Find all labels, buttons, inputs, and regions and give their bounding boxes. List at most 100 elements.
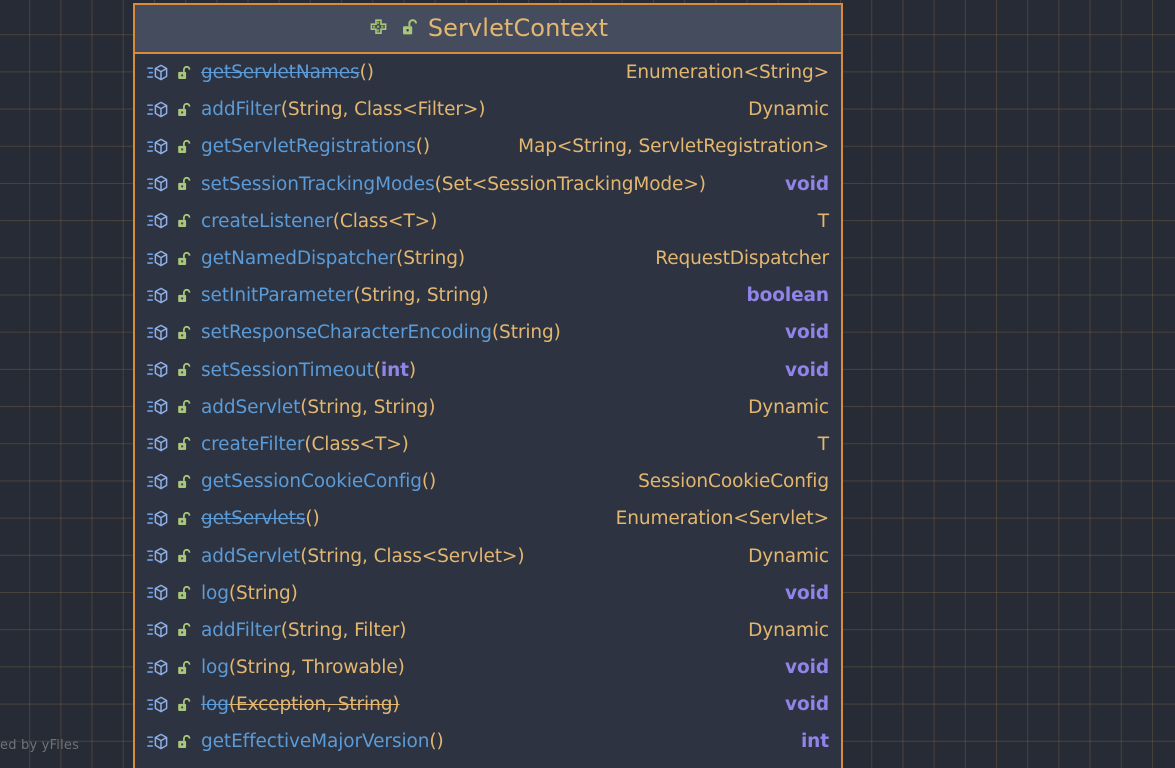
method-parameter: Exception <box>236 694 327 716</box>
uml-member-list[interactable]: getServletNames() Enumeration<String> addF… <box>135 54 841 768</box>
method-name: getServletNames <box>201 62 360 84</box>
method-parameter: String <box>499 322 554 344</box>
member-icons <box>147 324 192 342</box>
paren-open: ( <box>421 471 430 493</box>
member-signature: setSessionTimeout(int) <box>201 360 775 381</box>
method-name: setInitParameter <box>201 285 354 307</box>
member-return-type: void <box>785 359 829 381</box>
param-separator: , <box>362 545 374 567</box>
member-return-type: T <box>817 210 829 232</box>
method-icon <box>147 138 169 156</box>
uml-member-row[interactable]: getNamedDispatcher(String) RequestDispatc… <box>135 240 841 277</box>
method-parameter: Class<Filter> <box>354 99 479 121</box>
unlock-icon <box>175 250 192 268</box>
paren-open: ( <box>280 619 288 641</box>
unlock-icon <box>175 510 192 528</box>
uml-member-row[interactable]: getServletRegistrations() Map<String, Ser… <box>135 128 841 165</box>
paren-close: ) <box>517 545 525 567</box>
paren-open: ( <box>434 173 442 195</box>
member-return-type: boolean <box>746 285 829 307</box>
method-name: getEffectiveMajorVersion <box>201 731 430 753</box>
method-icon <box>147 398 169 416</box>
member-signature: getServletNames() <box>201 62 616 83</box>
method-parameter: String <box>403 248 458 270</box>
unlock-icon <box>175 324 192 342</box>
method-icon <box>147 696 169 714</box>
paren-close: ) <box>429 471 437 493</box>
member-return-type: SessionCookieConfig <box>638 471 829 493</box>
member-signature: log(Exception, String) <box>201 694 775 715</box>
uml-member-row[interactable]: log(String) void <box>135 575 841 612</box>
method-name: createListener <box>201 210 333 232</box>
member-signature: setSessionTrackingModes(Set<SessionTrack… <box>201 174 775 195</box>
method-parameter: Set<SessionTrackingMode> <box>441 173 699 195</box>
uml-member-row[interactable]: getEffectiveMajorVersion() int <box>135 723 841 760</box>
member-signature: createListener(Class<T>) <box>201 211 808 232</box>
member-return-type: Enumeration<String> <box>625 62 829 84</box>
paren-open: ( <box>415 136 423 158</box>
unlock-icon <box>175 212 192 230</box>
member-return-type: RequestDispatcher <box>655 248 829 270</box>
paren-close: ) <box>392 694 400 716</box>
uml-member-row[interactable]: setInitParameter(String, String) boolean <box>135 277 841 314</box>
paren-open: ( <box>228 657 237 679</box>
uml-member-row[interactable]: log(String, Throwable) void <box>135 649 841 686</box>
uml-member-row[interactable]: getSessionCookieConfig() SessionCookieCon… <box>135 463 841 500</box>
paren-close: ) <box>457 248 466 270</box>
method-parameter: String <box>373 396 429 418</box>
method-name: setSessionTimeout <box>201 359 374 381</box>
method-parameter: String <box>307 545 363 567</box>
uml-node-header[interactable]: ServletContext <box>135 5 841 54</box>
uml-member-row[interactable]: createFilter(Class<T>) T <box>135 426 841 463</box>
member-signature: addFilter(String, Filter) <box>201 620 738 641</box>
uml-member-row[interactable]: addFilter(String, Filter) Dynamic <box>135 612 841 649</box>
method-parameter: Class<T> <box>311 433 402 455</box>
member-signature: setInitParameter(String, String) <box>201 285 736 306</box>
uml-member-row[interactable]: log(Exception, String) void <box>135 686 841 723</box>
method-parameter: String <box>307 396 363 418</box>
member-return-type: int <box>800 731 829 753</box>
method-parameter: String <box>360 285 416 307</box>
uml-class-title: ServletContext <box>427 13 609 42</box>
param-separator: , <box>290 657 303 679</box>
method-parameter: String <box>287 619 343 641</box>
method-icon <box>147 584 169 602</box>
paren-open: ( <box>305 508 313 530</box>
uml-member-row[interactable]: addServlet(String, String) Dynamic <box>135 389 841 426</box>
uml-member-row[interactable]: getInitParameterNames()Enumeration<Strin… <box>135 761 841 768</box>
yfiles-watermark: Powered by yFiles <box>0 738 80 753</box>
uml-member-row[interactable]: setSessionTrackingModes(Set<SessionTrack… <box>135 166 841 203</box>
method-icon <box>147 733 169 751</box>
uml-member-row[interactable]: addFilter(String, Class<Filter>) Dynamic <box>135 91 841 128</box>
uml-member-row[interactable]: setResponseCharacterEncoding(String) void <box>135 314 841 351</box>
method-icon <box>147 547 169 565</box>
unlock-icon <box>175 101 192 119</box>
uml-member-row[interactable]: getServletNames() Enumeration<String> <box>135 54 841 91</box>
param-separator: , <box>362 396 374 418</box>
member-signature: log(String) <box>201 583 775 604</box>
paren-open: ( <box>280 99 288 121</box>
method-name: log <box>201 657 229 679</box>
member-icons <box>147 250 192 268</box>
paren-open: ( <box>359 62 367 84</box>
uml-class-node-servletcontext[interactable]: ServletContext getServletNames() Enumerat… <box>133 3 843 768</box>
member-icons <box>147 584 192 602</box>
paren-open: ( <box>332 210 340 232</box>
member-icons <box>147 398 192 416</box>
interface-icon <box>368 17 390 39</box>
method-parameter: Filter <box>354 619 400 641</box>
paren-open: ( <box>228 694 237 716</box>
uml-member-row[interactable]: createListener(Class<T>) T <box>135 203 841 240</box>
paren-open: ( <box>373 359 381 381</box>
uml-member-row[interactable]: addServlet(String, Class<Servlet>) Dynami… <box>135 537 841 574</box>
method-name: getServletRegistrations <box>201 136 416 158</box>
uml-member-row[interactable]: getServlets() Enumeration<Servlet> <box>135 500 841 537</box>
method-name: log <box>201 694 229 716</box>
param-separator: , <box>342 99 355 121</box>
uml-member-row[interactable]: setSessionTimeout(int) void <box>135 352 841 389</box>
method-name: addFilter <box>201 619 281 641</box>
paren-close: ) <box>290 582 298 604</box>
method-name: addFilter <box>201 99 281 121</box>
diagram-canvas[interactable]: Powered by yFiles <box>0 0 1175 768</box>
member-icons <box>147 733 192 751</box>
